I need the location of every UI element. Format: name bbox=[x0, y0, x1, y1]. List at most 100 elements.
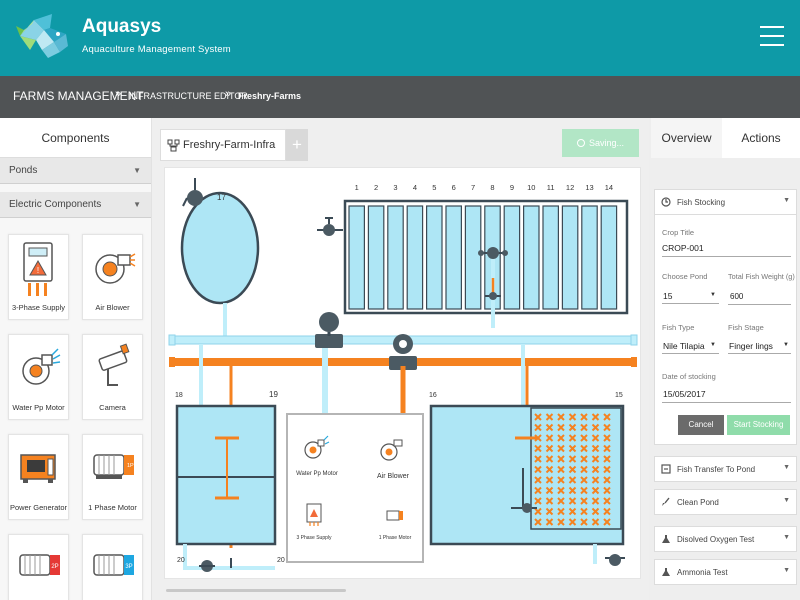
chevron-down-icon: ▼ bbox=[133, 200, 141, 209]
room-label-supply: 3 Phase Supply bbox=[296, 535, 332, 541]
section-ponds-label: Ponds bbox=[9, 165, 38, 176]
hamburger-menu-icon[interactable] bbox=[760, 26, 784, 48]
action-clean-pond[interactable]: Clean Pond ▼ bbox=[654, 489, 797, 515]
pond-number-18: 18 bbox=[175, 392, 183, 399]
action-fish-transfer[interactable]: Fish Transfer To Pond ▼ bbox=[654, 456, 797, 482]
raceway-channel[interactable] bbox=[561, 205, 579, 310]
component-label: Air Blower bbox=[95, 303, 130, 312]
raceway-number: 6 bbox=[452, 183, 456, 192]
component-label: 1 Phase Motor bbox=[88, 503, 137, 512]
start-stocking-button[interactable]: Start Stocking bbox=[727, 415, 790, 435]
tank-inlet-valve[interactable] bbox=[187, 190, 203, 206]
saving-indicator: Saving... bbox=[562, 129, 639, 157]
raceway-number: 12 bbox=[566, 183, 574, 192]
raceway-number: 7 bbox=[471, 183, 475, 192]
layout-diagram-icon bbox=[167, 139, 180, 152]
tab-overview[interactable]: Overview bbox=[651, 118, 722, 158]
date-of-stocking-label: Date of stocking bbox=[662, 372, 716, 381]
fish-stocking-header[interactable]: Fish Stocking ▼ bbox=[654, 189, 797, 215]
breadcrumb-separator: » bbox=[225, 88, 232, 100]
water-main-valve[interactable] bbox=[319, 312, 339, 332]
section-electric-components[interactable]: Electric Components ▼ bbox=[0, 192, 151, 218]
pond-number-15: 15 bbox=[615, 392, 623, 399]
fish-stage-select[interactable]: Finger lings bbox=[729, 341, 773, 351]
component-single-phase-motor[interactable]: 1P 1 Phase Motor bbox=[82, 434, 143, 520]
crop-title-input[interactable]: CROP-001 bbox=[662, 243, 704, 253]
raceway-channel[interactable] bbox=[523, 205, 540, 310]
breadcrumb: FARMS MANAGEMENT » INFRASTRUCTURE EDITOR… bbox=[0, 76, 800, 118]
components-title: Components bbox=[0, 118, 151, 158]
power-generator-icon bbox=[20, 454, 56, 483]
fish-stocking-icon bbox=[661, 197, 671, 207]
action-label: Clean Pond bbox=[677, 498, 719, 507]
raceway-channel[interactable] bbox=[367, 205, 385, 310]
raceway-channel[interactable] bbox=[600, 205, 618, 310]
canvas-scrollbar[interactable] bbox=[166, 589, 346, 592]
app-header: Aquasys Aquaculture Management System bbox=[0, 0, 800, 76]
breadcrumb-current-farm: Freshry-Farms bbox=[238, 91, 302, 101]
drain-number-right: 20 bbox=[277, 557, 285, 564]
air-blower-icon bbox=[95, 253, 136, 284]
cancel-button[interactable]: Cancel bbox=[678, 415, 724, 435]
raceway-channel[interactable] bbox=[426, 205, 443, 310]
component-two-phase-motor[interactable]: 2P bbox=[8, 534, 69, 600]
pond-drain-valve[interactable] bbox=[522, 503, 532, 513]
raceway-channel[interactable] bbox=[348, 205, 365, 310]
date-of-stocking-input[interactable]: 15/05/2017 bbox=[663, 389, 706, 399]
raceway-channel[interactable] bbox=[542, 205, 559, 310]
three-phase-motor-icon: 3P bbox=[93, 554, 134, 576]
action-ammonia-test[interactable]: Ammonia Test ▼ bbox=[654, 559, 797, 585]
choose-pond-select[interactable]: 15 bbox=[663, 291, 672, 301]
component-three-phase-motor[interactable]: 3P bbox=[82, 534, 143, 600]
motor-badge-3p: 3P bbox=[125, 564, 132, 570]
flask-icon bbox=[662, 568, 670, 576]
raceway-inlet-valve[interactable] bbox=[323, 224, 335, 236]
circular-tank[interactable] bbox=[180, 191, 260, 305]
actions-panel: Overview Actions Fish Stocking ▼ Crop Ti… bbox=[649, 118, 800, 600]
raceway-valve[interactable] bbox=[489, 292, 497, 300]
layout-canvas[interactable]: 1 2 3 4 5 6 7 8 9 10 11 12 13 14 17 18 1… bbox=[164, 167, 641, 579]
component-water-pump-motor[interactable]: Water Pp Motor bbox=[8, 334, 69, 420]
component-label: Water Pp Motor bbox=[12, 403, 65, 412]
pond-number-16: 16 bbox=[429, 392, 437, 399]
raceway-number: 13 bbox=[585, 183, 593, 192]
chevron-down-icon: ▼ bbox=[783, 197, 790, 204]
drain-valve-right[interactable] bbox=[609, 554, 621, 566]
raceway-channel[interactable] bbox=[464, 205, 482, 310]
raceway-numbers: 1 2 3 4 5 6 7 8 9 10 11 12 13 14 bbox=[355, 183, 613, 192]
component-power-generator[interactable]: Power Generator bbox=[8, 434, 69, 520]
raceway-number: 11 bbox=[547, 183, 555, 192]
chevron-down-icon: ▼ bbox=[710, 292, 716, 298]
raceway-channel[interactable] bbox=[503, 205, 521, 310]
action-label: Ammonia Test bbox=[677, 568, 728, 577]
raceway-channel[interactable] bbox=[387, 205, 404, 310]
tab-label: Freshry-Farm-Infra bbox=[183, 139, 276, 151]
fish-type-select[interactable]: Nile Tilapia bbox=[663, 341, 705, 351]
total-weight-input[interactable]: 600 bbox=[730, 292, 743, 301]
chevron-down-icon: ▼ bbox=[783, 534, 790, 541]
raceway-channel[interactable] bbox=[406, 205, 424, 310]
chevron-down-icon: ▼ bbox=[133, 166, 141, 175]
component-camera[interactable]: Camera bbox=[82, 334, 143, 420]
raceway-number: 3 bbox=[393, 183, 397, 192]
three-phase-supply-icon: ! bbox=[23, 242, 53, 296]
app: Aquasys Aquaculture Management System FA… bbox=[0, 0, 800, 600]
transfer-icon bbox=[661, 464, 671, 474]
raceway-pump-valve[interactable] bbox=[487, 247, 499, 259]
chevron-down-icon: ▼ bbox=[783, 497, 790, 504]
raceway-channel[interactable] bbox=[581, 205, 598, 310]
component-three-phase-supply[interactable]: ! 3-Phase Supply bbox=[8, 234, 69, 320]
action-dissolved-oxygen-test[interactable]: Disolved Oxygen Test ▼ bbox=[654, 526, 797, 552]
infrastructure-editor: Freshry-Farm-Infra + Saving... 123456789… bbox=[152, 118, 649, 600]
section-electric-label: Electric Components bbox=[9, 199, 102, 210]
water-pump-motor-icon bbox=[22, 348, 61, 385]
breadcrumb-farms-management[interactable]: FARMS MANAGEMENT bbox=[13, 89, 144, 103]
raceway-channel[interactable] bbox=[445, 205, 462, 310]
tab-freshry-farm-infra[interactable]: Freshry-Farm-Infra bbox=[160, 129, 286, 161]
section-ponds[interactable]: Ponds ▼ bbox=[0, 158, 151, 184]
chevron-down-icon: ▼ bbox=[783, 567, 790, 574]
tab-actions[interactable]: Actions bbox=[722, 118, 800, 158]
fish-stocking-form: Crop Title CROP-001 Choose Pond 15 ▼ Tot… bbox=[654, 215, 797, 445]
component-air-blower[interactable]: Air Blower bbox=[82, 234, 143, 320]
add-tab-button[interactable]: + bbox=[286, 129, 308, 161]
